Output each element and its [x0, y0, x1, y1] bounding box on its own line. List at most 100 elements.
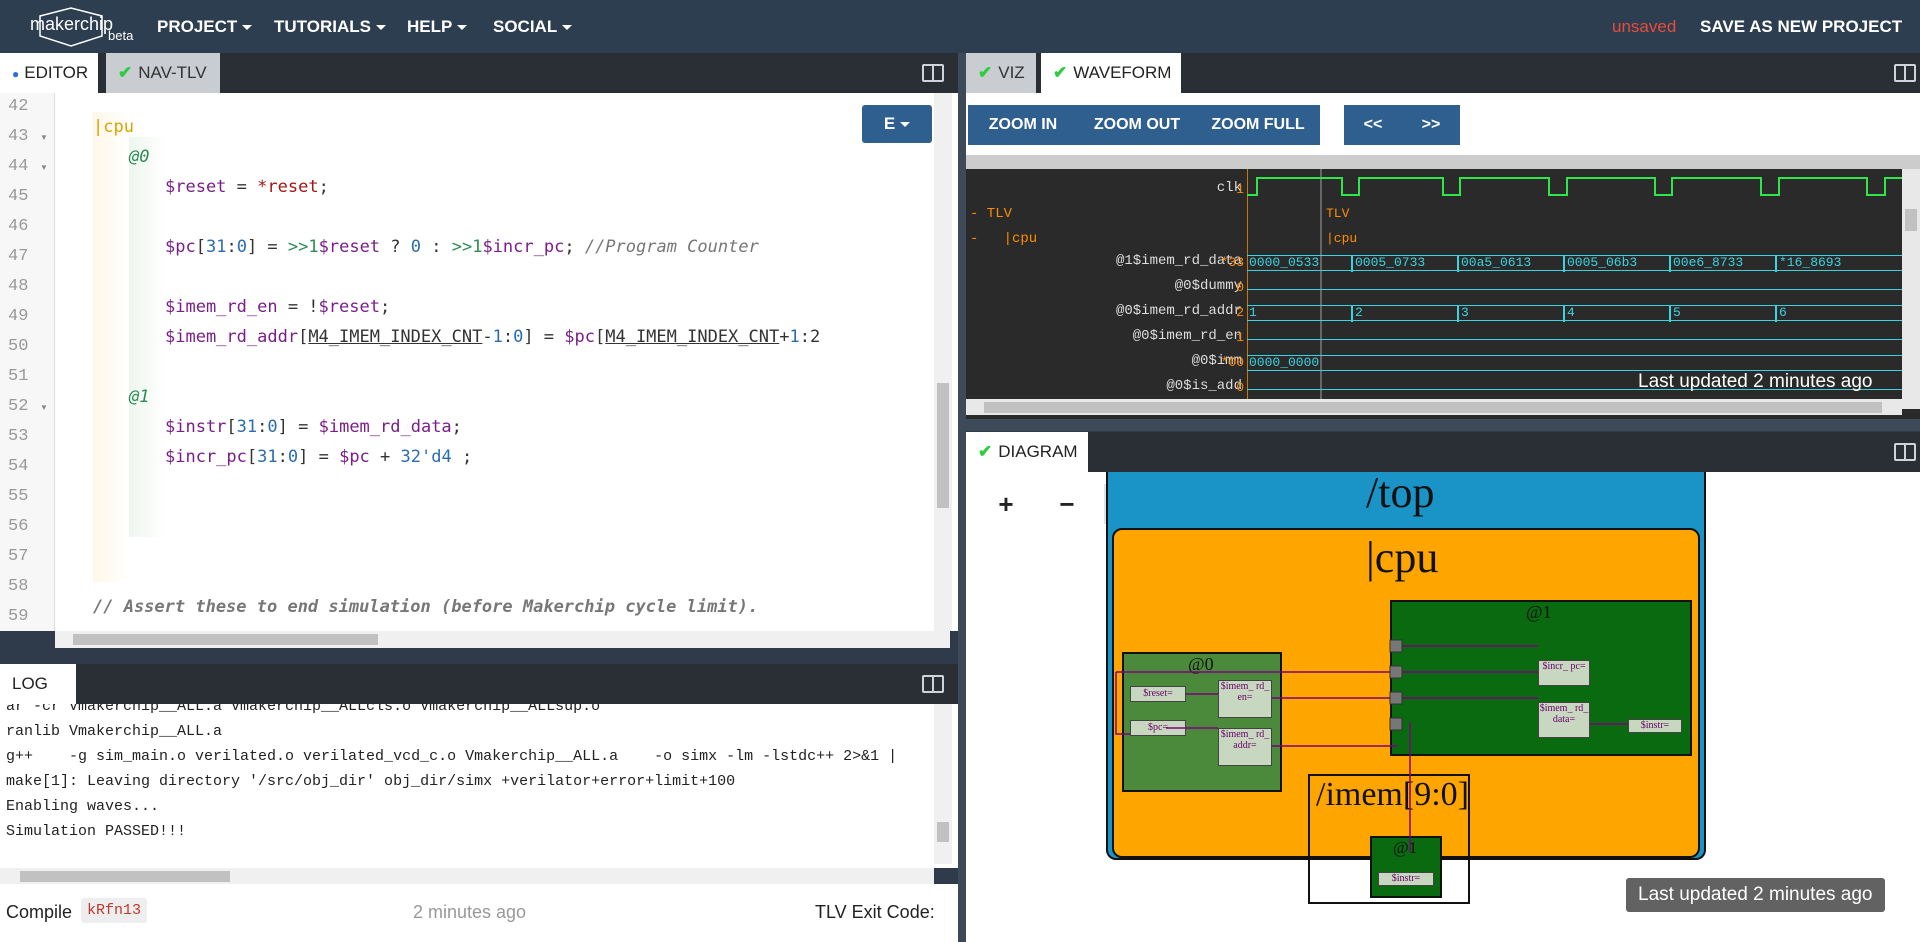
- editor-mode-dropdown[interactable]: E: [862, 105, 932, 143]
- zoom-full-button[interactable]: ZOOM FULL: [1196, 105, 1320, 145]
- chevron-down-icon: [900, 122, 911, 128]
- split-pane-icon[interactable]: [1894, 64, 1916, 82]
- pane-divider[interactable]: [966, 419, 1920, 431]
- waveform-horizontal-scrollbar[interactable]: [966, 399, 1902, 415]
- log-vertical-scrollbar[interactable]: [934, 704, 952, 864]
- scroll-thumb[interactable]: [20, 871, 230, 882]
- makerchip-logo[interactable]: makerchip beta: [26, 6, 136, 48]
- line-number: 42: [8, 97, 29, 116]
- beta-badge: beta: [108, 28, 134, 43]
- check-icon: ✔: [1053, 63, 1068, 82]
- split-pane-icon[interactable]: [1894, 443, 1916, 461]
- zoom-out-button[interactable]: ZOOM OUT: [1078, 105, 1196, 145]
- line-number: 57: [8, 547, 29, 566]
- tab-nav-tlv[interactable]: ✔ NAV-TLV: [106, 53, 220, 93]
- signal-transition: [1457, 255, 1459, 272]
- signal-transition: [1669, 305, 1671, 322]
- signal-token: $reset: [318, 297, 380, 317]
- clk-waveform: [1247, 177, 1907, 196]
- scroll-thumb[interactable]: [937, 383, 949, 508]
- line-number: 48: [8, 277, 29, 296]
- waveform-vertical-scrollbar[interactable]: [1902, 169, 1920, 409]
- macro-token: M4_IMEM_INDEX_CNT: [308, 327, 483, 347]
- last-updated-toast: Last updated 2 minutes ago: [1626, 878, 1885, 912]
- line-number: 50: [8, 337, 29, 356]
- stage-token: @1: [129, 387, 150, 407]
- check-icon: ✔: [978, 442, 993, 461]
- menu-project-label: PROJECT: [157, 17, 238, 36]
- number-token: 0: [267, 417, 278, 437]
- operator-token: -: [482, 327, 493, 347]
- scroll-thumb[interactable]: [937, 822, 949, 842]
- operator-token: =: [226, 177, 258, 197]
- tab-waveform[interactable]: ✔ WAVEFORM: [1041, 53, 1181, 93]
- scroll-right-button[interactable]: >>: [1402, 105, 1460, 145]
- punct-token: :: [226, 237, 237, 257]
- punct-token: ;: [564, 237, 585, 257]
- signal-token: $imem_rd_data: [318, 417, 452, 437]
- macro-token: M4_IMEM_INDEX_CNT: [605, 327, 780, 347]
- line-number: 52: [8, 397, 29, 416]
- editor-vertical-scrollbar[interactable]: [934, 93, 952, 631]
- menu-tutorials[interactable]: TUTORIALS: [274, 0, 386, 53]
- waveform-pane-header: ✔ VIZ ✔ WAVEFORM: [966, 53, 1920, 93]
- number-token: 0: [236, 237, 247, 257]
- fold-toggle-icon[interactable]: ▼: [40, 163, 48, 172]
- line-number: 58: [8, 577, 29, 596]
- tab-diagram-label: DIAGRAM: [998, 442, 1078, 461]
- signal-transition: [1563, 305, 1565, 322]
- punct-token: [: [226, 417, 237, 437]
- signal-transition: [1775, 305, 1777, 322]
- operator-token: ] =: [298, 447, 340, 467]
- line-number-gutter: 4243▼44▼4546474849505152▼535455565758596…: [0, 93, 55, 631]
- number-token: 31: [257, 447, 278, 467]
- fold-toggle-icon[interactable]: ▼: [40, 403, 48, 412]
- menu-help[interactable]: HELP: [407, 0, 468, 53]
- number-token: 31: [236, 417, 258, 437]
- menu-project[interactable]: PROJECT: [157, 0, 253, 53]
- tab-waveform-label: WAVEFORM: [1073, 63, 1172, 82]
- scroll-left-button[interactable]: <<: [1344, 105, 1402, 145]
- menu-help-label: HELP: [407, 17, 453, 36]
- code-line-52: @1: [129, 387, 149, 407]
- log-line: ranlib Vmakerchip__ALL.a: [6, 723, 223, 740]
- log-horizontal-scrollbar[interactable]: [0, 868, 934, 884]
- scope-tlv[interactable]: - TLV: [970, 206, 1012, 222]
- signal-cell-value: 4: [1567, 305, 1575, 320]
- number-token: 0: [287, 447, 299, 467]
- scroll-thumb[interactable]: [1905, 209, 1917, 231]
- editor-mode-label: E: [883, 114, 896, 133]
- punct-token: :: [277, 447, 288, 467]
- tab-log[interactable]: LOG: [0, 664, 76, 704]
- split-pane-icon[interactable]: [922, 64, 944, 82]
- scroll-thumb[interactable]: [984, 402, 1882, 413]
- operator-token: +: [369, 447, 401, 467]
- split-pane-icon[interactable]: [922, 675, 944, 693]
- editor-horizontal-scrollbar[interactable]: [55, 631, 950, 648]
- menu-social-label: SOCIAL: [493, 17, 558, 36]
- last-updated-toast: Last updated 2 minutes ago: [1638, 371, 1873, 392]
- signal-transition: [1775, 255, 1777, 272]
- compile-id-badge[interactable]: kRfn13: [81, 898, 148, 923]
- punct-token: :: [502, 327, 514, 347]
- signal-token: $incr_pc: [482, 237, 565, 257]
- signal-transition: [1563, 255, 1565, 272]
- unsaved-status: unsaved: [1612, 17, 1677, 36]
- save-as-new-project-button[interactable]: SAVE AS NEW PROJECT: [1700, 0, 1902, 53]
- pane-divider[interactable]: [958, 53, 966, 942]
- signal-cell-value: 0000_0000: [1249, 355, 1320, 370]
- scroll-thumb[interactable]: [73, 634, 378, 645]
- diagram-viewer[interactable]: + − ⤢ /top |cpu @0 $reset= $pc= $imem_ r…: [966, 472, 1920, 942]
- tab-diagram[interactable]: ✔ DIAGRAM: [966, 432, 1088, 472]
- menu-social[interactable]: SOCIAL: [493, 0, 573, 53]
- zoom-in-button[interactable]: ZOOM IN: [968, 105, 1078, 145]
- tab-viz[interactable]: ✔ VIZ: [966, 53, 1036, 93]
- tab-editor[interactable]: ● EDITOR: [0, 53, 98, 93]
- scope-cpu[interactable]: - |cpu: [970, 231, 1037, 247]
- line-number: 53: [8, 427, 29, 446]
- check-icon: ✔: [118, 63, 133, 82]
- fold-toggle-icon[interactable]: ▼: [40, 133, 48, 142]
- line-number: 59: [8, 607, 29, 626]
- unsaved-dot-icon: ●: [12, 66, 20, 81]
- code-editor[interactable]: 4243▼44▼4546474849505152▼535455565758596…: [0, 93, 958, 631]
